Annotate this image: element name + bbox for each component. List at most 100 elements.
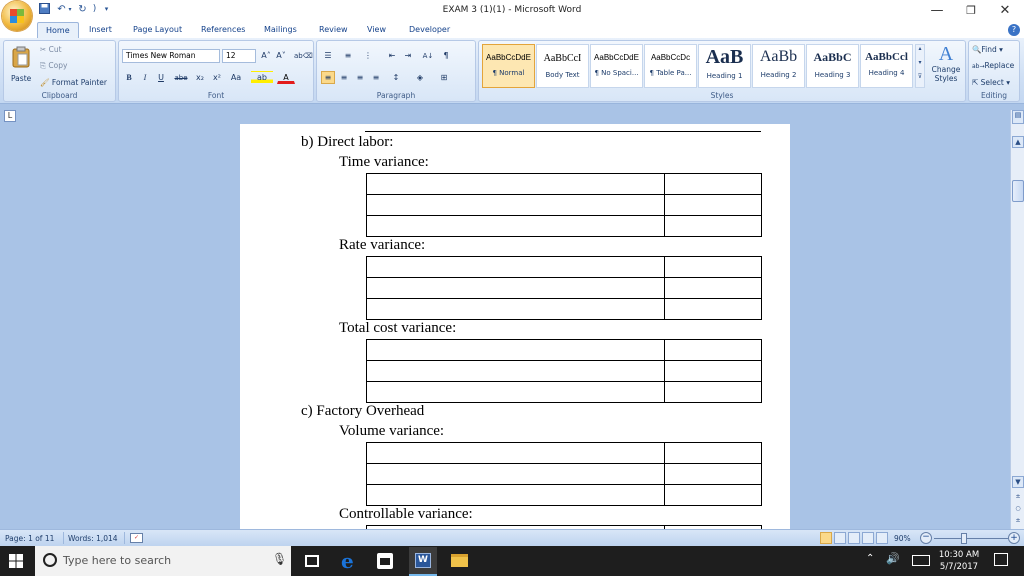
- customize-icon[interactable]: ▾: [100, 3, 113, 16]
- microphone-icon[interactable]: 🎙: [272, 552, 287, 566]
- table-cell[interactable]: [664, 463, 762, 485]
- table-cell[interactable]: [664, 256, 762, 278]
- variance-table[interactable]: [366, 442, 762, 506]
- table-cell[interactable]: [664, 484, 762, 506]
- variance-table[interactable]: [366, 256, 762, 320]
- undo-dropdown-icon[interactable]: ▾: [66, 3, 74, 16]
- proofing-icon[interactable]: ✓: [130, 533, 143, 543]
- table-cell[interactable]: [664, 194, 762, 216]
- highlight-icon[interactable]: ab: [251, 71, 273, 84]
- browse-controls[interactable]: ± ○ ±: [1012, 491, 1024, 527]
- subscript-button[interactable]: x₂: [193, 71, 207, 84]
- bullets-icon[interactable]: ☰: [321, 49, 335, 62]
- task-view-icon[interactable]: [305, 555, 319, 567]
- keyboard-icon[interactable]: [912, 555, 930, 566]
- table-cell[interactable]: [366, 381, 665, 403]
- tab-references[interactable]: References: [201, 22, 245, 38]
- table-cell[interactable]: [366, 298, 665, 320]
- numbering-icon[interactable]: ≡: [341, 49, 355, 62]
- style-heading-4[interactable]: AaBbCcl Heading 4: [860, 44, 913, 88]
- variance-table[interactable]: [366, 339, 762, 403]
- clear-format-icon[interactable]: ab⌫: [293, 49, 313, 62]
- table-cell[interactable]: [664, 277, 762, 299]
- outline-view-icon[interactable]: [862, 532, 874, 544]
- table-cell[interactable]: [664, 173, 762, 195]
- strikethrough-button[interactable]: abe: [171, 71, 191, 84]
- variance-table[interactable]: [366, 173, 762, 237]
- file-explorer-icon[interactable]: [451, 554, 468, 567]
- font-size-field[interactable]: 12: [222, 49, 256, 63]
- edge-icon[interactable]: e: [341, 549, 354, 573]
- table-cell[interactable]: [366, 173, 665, 195]
- table-cell[interactable]: [664, 442, 762, 464]
- restore-button[interactable]: ❐: [956, 2, 986, 20]
- scroll-thumb[interactable]: [1012, 180, 1024, 202]
- grow-font-button[interactable]: A˄: [259, 49, 273, 62]
- ruler-view-icon[interactable]: ▤: [1012, 110, 1024, 124]
- print-layout-icon[interactable]: [820, 532, 832, 544]
- word-count[interactable]: Words: 1,014: [68, 534, 118, 543]
- draft-view-icon[interactable]: [876, 532, 888, 544]
- change-styles-button[interactable]: A Change Styles: [929, 43, 963, 89]
- tab-view[interactable]: View: [367, 22, 386, 38]
- format-painter-button[interactable]: 🖌 Format Painter: [40, 78, 107, 87]
- justify-icon[interactable]: ≡: [369, 71, 383, 84]
- style-body-text[interactable]: AaBbCcI Body Text: [536, 44, 589, 88]
- style-heading-2[interactable]: AaBb Heading 2: [752, 44, 805, 88]
- bold-button[interactable]: B: [122, 71, 136, 84]
- zoom-level[interactable]: 90%: [894, 534, 911, 543]
- tab-page-layout[interactable]: Page Layout: [133, 22, 182, 38]
- taskbar-search-box[interactable]: Type here to search 🎙: [35, 546, 291, 576]
- ruler-toggle-icon[interactable]: L: [4, 110, 16, 122]
- table-cell[interactable]: [366, 256, 665, 278]
- office-button[interactable]: [2, 1, 32, 31]
- tab-mailings[interactable]: Mailings: [264, 22, 297, 38]
- tab-home[interactable]: Home: [37, 22, 79, 38]
- styles-scroll[interactable]: ▴ ▾ ⊽: [915, 44, 925, 88]
- shrink-font-button[interactable]: A˅: [274, 49, 288, 62]
- table-cell[interactable]: [366, 463, 665, 485]
- action-center-icon[interactable]: [994, 553, 1008, 566]
- line-spacing-icon[interactable]: ↕: [389, 71, 403, 84]
- select-button[interactable]: ⇱ Select ▾: [972, 78, 1010, 87]
- tab-insert[interactable]: Insert: [89, 22, 112, 38]
- find-button[interactable]: 🔍Find ▾: [972, 45, 1003, 54]
- vertical-scrollbar[interactable]: ▤ ▲ ▼ ± ○ ±: [1010, 110, 1024, 530]
- full-screen-reading-icon[interactable]: [834, 532, 846, 544]
- align-right-icon[interactable]: ≡: [353, 71, 367, 84]
- scroll-up-icon[interactable]: ▲: [1012, 136, 1024, 148]
- copy-button[interactable]: ⎘ Copy: [40, 61, 67, 71]
- table-cell[interactable]: [366, 339, 665, 361]
- table-cell[interactable]: [664, 339, 762, 361]
- table-cell[interactable]: [664, 215, 762, 237]
- tab-review[interactable]: Review: [319, 22, 348, 38]
- zoom-in-icon[interactable]: +: [1008, 532, 1020, 544]
- zoom-slider-thumb[interactable]: [961, 533, 967, 544]
- show-formatting-icon[interactable]: ¶: [439, 49, 453, 62]
- zoom-out-icon[interactable]: −: [920, 532, 932, 544]
- style-no-spacing[interactable]: AaBbCcDdE ¶ No Spaci...: [590, 44, 643, 88]
- style-heading-3[interactable]: AaBbC Heading 3: [806, 44, 859, 88]
- style-table-paragraph[interactable]: AaBbCcDc ¶ Table Pa...: [644, 44, 697, 88]
- decrease-indent-icon[interactable]: ⇤: [385, 49, 399, 62]
- replace-button[interactable]: ab→Replace: [972, 61, 1014, 70]
- table-cell[interactable]: [664, 381, 762, 403]
- scroll-down-icon[interactable]: ▼: [1012, 476, 1024, 488]
- align-center-icon[interactable]: ≡: [337, 71, 351, 84]
- help-icon[interactable]: ?: [1008, 24, 1020, 36]
- minimize-button[interactable]: —: [922, 2, 952, 20]
- page-count[interactable]: Page: 1 of 11: [5, 534, 54, 543]
- store-icon[interactable]: [377, 553, 393, 569]
- table-cell[interactable]: [366, 360, 665, 382]
- multilevel-list-icon[interactable]: ⋮: [361, 49, 375, 62]
- change-case-button[interactable]: Aa: [227, 71, 245, 84]
- table-cell[interactable]: [664, 360, 762, 382]
- close-button[interactable]: ✕: [990, 2, 1020, 20]
- shading-icon[interactable]: ◈: [413, 71, 427, 84]
- document-page[interactable]: b) Direct labor: Time variance: Rate var…: [240, 124, 790, 529]
- zoom-slider[interactable]: [934, 538, 1008, 539]
- web-layout-icon[interactable]: [848, 532, 860, 544]
- table-cell[interactable]: [664, 298, 762, 320]
- font-name-field[interactable]: Times New Roman: [122, 49, 220, 63]
- sort-icon[interactable]: A↓: [421, 49, 435, 62]
